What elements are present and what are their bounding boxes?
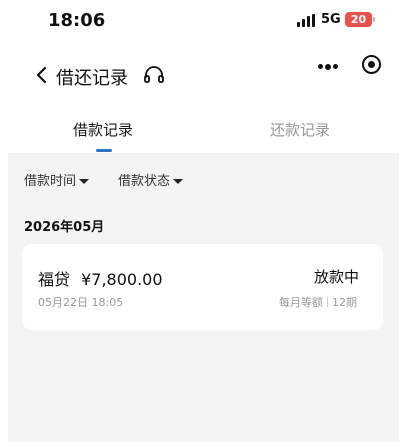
status-bar: 18:06 5G 20 xyxy=(0,0,407,40)
tab-repayment-records[interactable]: 还款记录 xyxy=(270,119,330,140)
more-options-icon[interactable] xyxy=(318,63,338,70)
loan-term: 12期 xyxy=(332,296,357,309)
loan-status-filter[interactable]: 借款状态 xyxy=(118,170,184,189)
loan-amount: ¥7,800.00 xyxy=(81,270,163,289)
loan-status-filter-label: 借款状态 xyxy=(118,174,171,189)
network-type: 5G xyxy=(321,12,341,27)
loan-title: 福贷 ¥7,800.00 xyxy=(38,266,163,290)
battery-icon: 20 xyxy=(345,12,372,27)
repayment-method: 每月等额 xyxy=(279,296,323,309)
status-time: 18:06 xyxy=(48,10,106,31)
customer-service-icon[interactable] xyxy=(143,64,165,86)
caret-down-icon xyxy=(79,179,90,184)
page-title: 借还记录 xyxy=(56,68,128,89)
back-arrow-icon[interactable] xyxy=(34,66,48,84)
loan-status: 放款中 xyxy=(313,268,359,286)
loan-date: 05月22日 18:05 xyxy=(38,296,124,309)
navigation-header: 借还记录 xyxy=(0,52,407,100)
active-tab-indicator xyxy=(96,149,112,152)
battery-tip xyxy=(373,17,375,22)
loan-time-filter-label: 借款时间 xyxy=(24,174,77,189)
month-group-label: 2026年05月 xyxy=(24,220,105,235)
loan-time-filter[interactable]: 借款时间 xyxy=(24,170,90,189)
close-mini-program-icon[interactable] xyxy=(362,55,381,74)
caret-down-icon xyxy=(173,179,184,184)
terms-divider xyxy=(327,297,328,307)
signal-icon xyxy=(297,14,317,27)
loan-record-card[interactable]: 福贷 ¥7,800.00 05月22日 18:05 放款中 每月等额 12期 xyxy=(22,244,383,330)
record-tabs: 借款记录 还款记录 xyxy=(0,105,407,153)
loan-terms: 每月等额 12期 xyxy=(279,294,357,310)
tab-loan-records[interactable]: 借款记录 xyxy=(73,119,133,140)
loan-product: 福贷 xyxy=(38,270,71,289)
